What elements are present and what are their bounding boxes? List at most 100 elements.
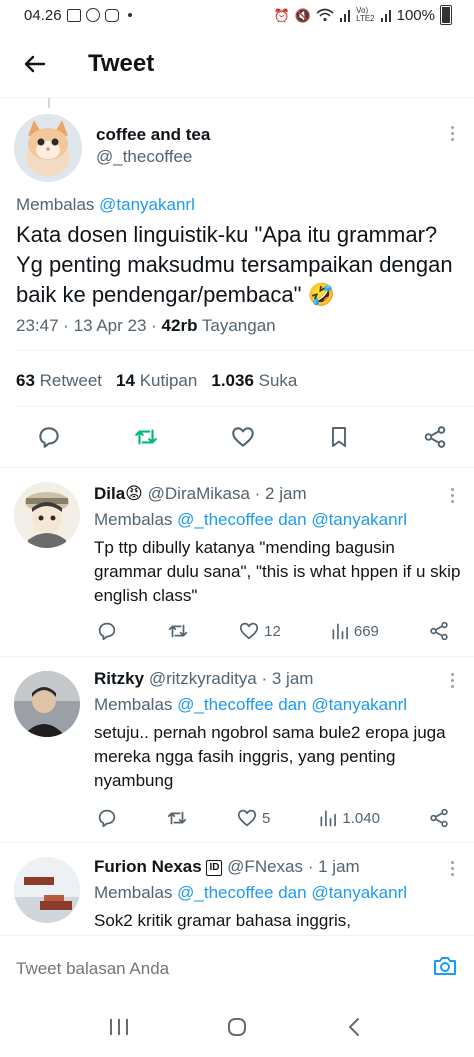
reply-header: Ritzky @ritzkyraditya · 3 jam bbox=[94, 669, 313, 689]
reply-action-bar: 12 669 bbox=[96, 620, 450, 642]
home-icon bbox=[228, 1017, 246, 1036]
recent-apps-icon bbox=[110, 1018, 128, 1035]
view-count: 1.040 bbox=[342, 809, 380, 827]
author-handle[interactable]: @_thecoffee bbox=[96, 147, 192, 167]
analytics-icon bbox=[332, 623, 348, 640]
reply-avatar[interactable] bbox=[14, 482, 80, 548]
id-badge-icon: ID bbox=[206, 859, 223, 876]
avatar[interactable] bbox=[14, 114, 82, 182]
views-label: Tayangan bbox=[201, 316, 276, 335]
main-action-bar bbox=[0, 420, 474, 454]
wifi-icon bbox=[316, 8, 334, 22]
reply-author-name[interactable]: Dila😡 bbox=[94, 484, 143, 503]
back-button[interactable] bbox=[0, 30, 70, 98]
replying-mention-link[interactable]: @_thecoffee dan @tanyakanrl bbox=[177, 695, 407, 714]
divider bbox=[0, 656, 474, 657]
replying-mention-link[interactable]: @tanyakanrl bbox=[99, 195, 195, 214]
views-button[interactable]: 1.040 bbox=[318, 808, 380, 828]
reply-replying-to: Membalas @_thecoffee dan @tanyakanrl bbox=[94, 510, 408, 529]
view-count: 669 bbox=[353, 622, 379, 640]
replying-prefix: Membalas bbox=[16, 195, 95, 214]
signal-icon-2 bbox=[380, 10, 391, 22]
like-button[interactable]: 5 bbox=[236, 807, 270, 829]
reply-author-handle[interactable]: @FNexas bbox=[227, 857, 303, 876]
tweet-timestamp[interactable]: 23:47 · 13 Apr 23 · bbox=[16, 316, 162, 335]
reply-composer bbox=[0, 935, 474, 1001]
divider bbox=[16, 406, 474, 407]
quotes-stat[interactable]: 14 Kutipan bbox=[116, 371, 197, 391]
retweet-button[interactable] bbox=[133, 424, 159, 450]
reply-time: · 2 jam bbox=[254, 484, 307, 503]
reply-avatar[interactable] bbox=[14, 671, 80, 737]
bookmark-button[interactable] bbox=[327, 424, 351, 450]
reply-replying-to: Membalas @_thecoffee dan @tanyakanrl bbox=[94, 883, 408, 902]
share-button[interactable] bbox=[428, 620, 450, 642]
mute-icon: 🔇 bbox=[294, 7, 312, 23]
share-icon bbox=[430, 808, 448, 828]
reply-author-name[interactable]: Ritzky bbox=[94, 669, 144, 688]
status-left: 04.26 bbox=[24, 7, 132, 24]
bookmark-icon bbox=[332, 427, 346, 447]
kitten-avatar-icon bbox=[14, 114, 82, 182]
signal-icon bbox=[340, 10, 351, 22]
more-options-icon[interactable] bbox=[448, 673, 456, 688]
like-button[interactable]: 12 bbox=[238, 620, 281, 642]
page-title: Tweet bbox=[88, 49, 155, 77]
home-button[interactable] bbox=[225, 1015, 249, 1044]
retweet-icon bbox=[168, 624, 188, 638]
retweet-button[interactable] bbox=[167, 620, 189, 642]
chevron-left-icon bbox=[349, 1017, 359, 1036]
reply-text: Sok2 kritik gramar bahasa inggris, bbox=[94, 911, 352, 930]
analytics-icon bbox=[320, 810, 337, 827]
replying-mention-link[interactable]: @_thecoffee dan @tanyakanrl bbox=[177, 883, 407, 902]
share-button[interactable] bbox=[422, 424, 448, 450]
volte-icon: Vo) LTE2 bbox=[356, 6, 375, 23]
recent-apps-button[interactable] bbox=[107, 1016, 131, 1043]
ships-photo-avatar-icon bbox=[14, 857, 80, 923]
reply-author-handle[interactable]: @DiraMikasa bbox=[148, 484, 250, 503]
retweet-button[interactable] bbox=[166, 807, 188, 829]
reply-replying-to: Membalas @_thecoffee dan @tanyakanrl bbox=[94, 695, 408, 714]
back-nav-button[interactable] bbox=[343, 1015, 367, 1044]
status-time: 04.26 bbox=[24, 6, 62, 24]
reply-button[interactable] bbox=[36, 424, 62, 450]
heart-icon bbox=[232, 427, 254, 447]
reply-action-bar: 5 1.040 bbox=[96, 807, 450, 829]
person-photo-avatar-icon bbox=[14, 671, 80, 737]
whatsapp-notification-icon bbox=[85, 8, 100, 22]
more-options-icon[interactable] bbox=[448, 488, 456, 503]
reply-icon bbox=[98, 809, 116, 828]
reply-avatar[interactable] bbox=[14, 857, 80, 923]
like-button[interactable] bbox=[230, 424, 256, 450]
more-options-icon[interactable] bbox=[448, 126, 456, 141]
status-right: ⏰ 🔇 Vo) LTE2 100% bbox=[274, 5, 452, 25]
heart-icon bbox=[237, 809, 257, 827]
reply-button[interactable] bbox=[96, 620, 118, 642]
author-name[interactable]: coffee and tea bbox=[96, 125, 210, 145]
reply-author-name[interactable]: Furion Nexas bbox=[94, 857, 202, 876]
battery-icon bbox=[440, 5, 452, 25]
replying-to: Membalas @tanyakanrl bbox=[16, 195, 195, 215]
replying-mention-link[interactable]: @_thecoffee dan @tanyakanrl bbox=[177, 510, 407, 529]
tweet-meta: 23:47 · 13 Apr 23 · 42rb Tayangan bbox=[16, 316, 276, 336]
reply-button[interactable] bbox=[96, 807, 118, 829]
views-button[interactable]: 669 bbox=[330, 621, 379, 641]
retweets-stat[interactable]: 63 Retweet bbox=[16, 371, 102, 391]
share-icon bbox=[430, 621, 448, 641]
engagement-stats: 63 Retweet 14 Kutipan 1.036 Suka bbox=[16, 371, 297, 391]
reply-text: Tp ttp dibully katanya "mending bagusin … bbox=[94, 538, 461, 605]
thread-line bbox=[48, 98, 50, 108]
like-count: 12 bbox=[264, 622, 281, 640]
heart-icon bbox=[240, 622, 259, 640]
battery-percent: 100% bbox=[396, 6, 435, 24]
likes-stat[interactable]: 1.036 Suka bbox=[211, 371, 297, 391]
reply-input[interactable] bbox=[16, 958, 396, 979]
camera-button[interactable] bbox=[432, 954, 458, 983]
like-count: 5 bbox=[262, 809, 271, 827]
views-count: 42rb bbox=[161, 316, 198, 335]
share-button[interactable] bbox=[428, 807, 450, 829]
reply-author-handle[interactable]: @ritzkyraditya bbox=[149, 669, 257, 688]
reply-tweet[interactable]: Furion Nexas ID @FNexas · 1 jam Membalas… bbox=[0, 843, 474, 935]
share-icon bbox=[424, 426, 446, 448]
more-options-icon[interactable] bbox=[448, 861, 456, 876]
